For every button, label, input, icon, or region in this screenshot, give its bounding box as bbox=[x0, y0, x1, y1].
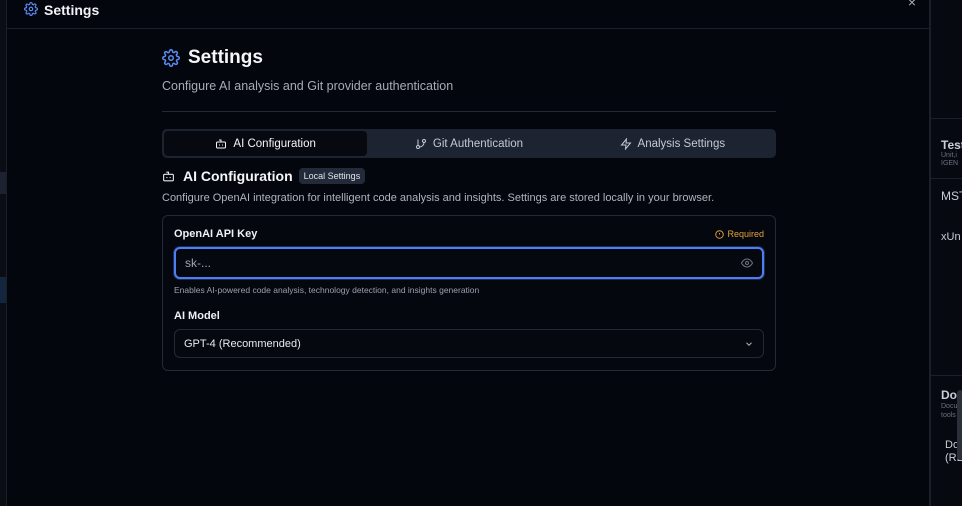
alert-circle-icon bbox=[715, 229, 725, 239]
api-key-header: OpenAI API Key Required bbox=[174, 227, 764, 241]
api-key-placeholder: sk-... bbox=[185, 256, 211, 270]
background-text: IGEN bbox=[941, 160, 959, 167]
tab-analysis-settings[interactable]: Analysis Settings bbox=[571, 131, 774, 156]
api-key-label: OpenAI API Key bbox=[174, 228, 258, 240]
api-key-input[interactable]: sk-... bbox=[174, 247, 764, 279]
page-title-row: Settings bbox=[162, 45, 776, 71]
page-title: Settings bbox=[188, 47, 263, 68]
tab-label: Analysis Settings bbox=[637, 137, 726, 150]
background-text: Test bbox=[941, 138, 962, 152]
gear-icon bbox=[162, 49, 180, 67]
model-selected-value: GPT-4 (Recommended) bbox=[184, 337, 301, 350]
close-button[interactable]: × bbox=[908, 0, 916, 9]
git-branch-icon bbox=[415, 138, 427, 150]
tab-label: AI Configuration bbox=[233, 137, 316, 150]
model-label: AI Model bbox=[174, 310, 220, 322]
background-app-right-panel: Test Unit,i IGEN MSTe xUn Doc Docu tools… bbox=[930, 0, 962, 506]
settings-tabs: AI Configuration Git Authentication Anal… bbox=[162, 129, 776, 158]
gear-icon bbox=[24, 2, 38, 16]
modal-header: Settings × bbox=[7, 0, 929, 29]
background-divider bbox=[931, 118, 962, 119]
eye-icon[interactable] bbox=[741, 257, 753, 269]
background-text: tools bbox=[941, 412, 956, 419]
background-text: MSTe bbox=[941, 189, 962, 203]
tab-ai-configuration[interactable]: AI Configuration bbox=[164, 131, 368, 156]
bot-icon bbox=[215, 138, 227, 150]
settings-modal: Settings × Settings Configure AI analysi… bbox=[6, 0, 930, 506]
chevron-down-icon bbox=[744, 339, 754, 349]
background-text: Docu bbox=[941, 403, 958, 410]
background-scrollbar bbox=[957, 390, 962, 460]
background-divider bbox=[931, 178, 962, 179]
page-subtitle: Configure AI analysis and Git provider a… bbox=[162, 79, 454, 93]
modal-title: Settings bbox=[44, 2, 100, 18]
status-badge: Local Settings bbox=[298, 168, 366, 184]
required-indicator: Required bbox=[715, 229, 764, 239]
section-title: AI Configuration bbox=[183, 168, 293, 184]
background-divider bbox=[931, 375, 962, 376]
bot-icon bbox=[162, 170, 175, 183]
model-select[interactable]: GPT-4 (Recommended) bbox=[174, 329, 764, 358]
divider bbox=[162, 111, 776, 112]
background-text: Unit,i bbox=[941, 152, 957, 159]
api-key-hint: Enables AI-powered code analysis, techno… bbox=[174, 285, 480, 295]
section-description: Configure OpenAI integration for intelli… bbox=[162, 192, 715, 204]
model-header: AI Model bbox=[174, 309, 764, 323]
required-text: Required bbox=[727, 229, 764, 239]
ai-config-card: OpenAI API Key Required sk-... Enables A… bbox=[162, 215, 776, 371]
section-header: AI Configuration Local Settings bbox=[162, 167, 776, 185]
tab-label: Git Authentication bbox=[432, 137, 524, 150]
background-text: xUn bbox=[941, 231, 961, 243]
tab-git-authentication[interactable]: Git Authentication bbox=[367, 131, 570, 156]
zap-icon bbox=[619, 137, 632, 150]
settings-content: Settings Configure AI analysis and Git p… bbox=[162, 45, 776, 371]
